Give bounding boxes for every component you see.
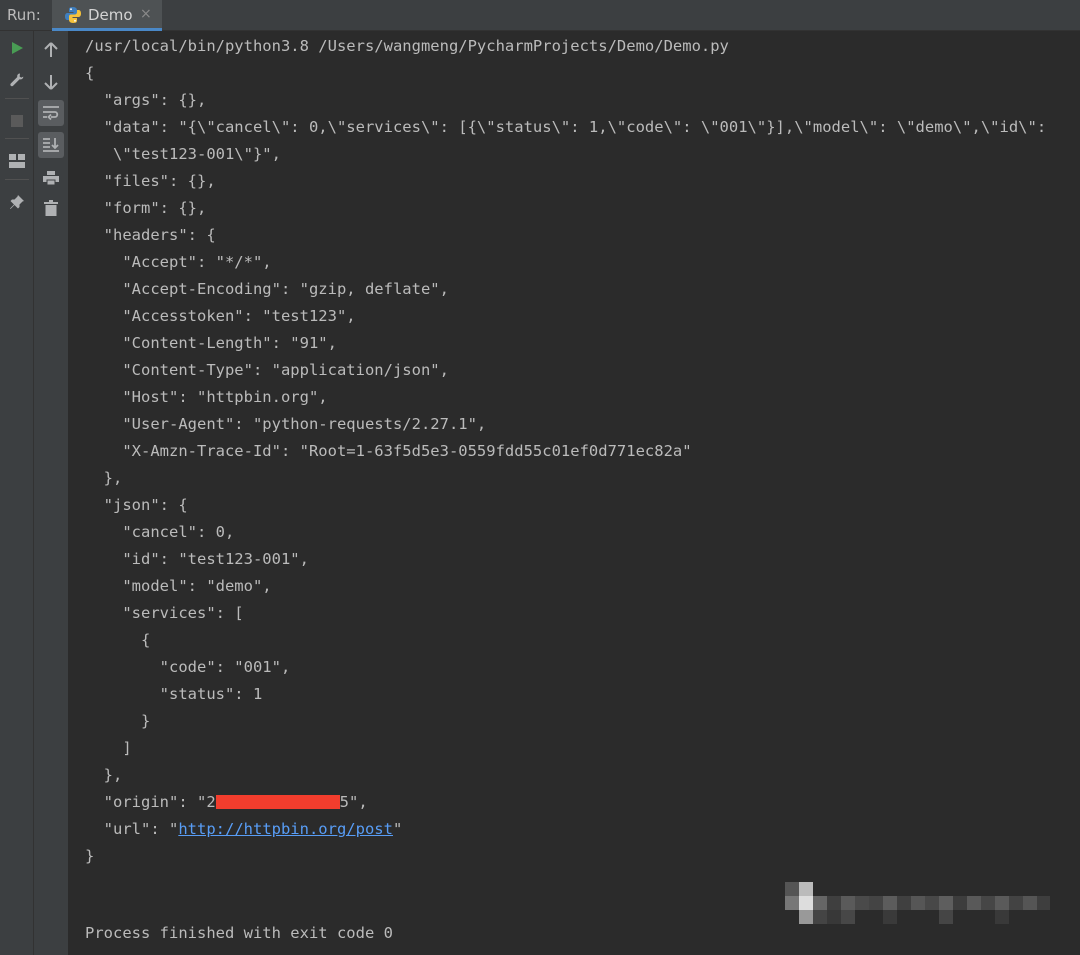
console-line: "code": "001",	[85, 658, 291, 676]
origin-line: "origin": "2 5",	[85, 789, 368, 816]
soft-wrap-icon[interactable]	[38, 100, 64, 126]
console-line: "headers": {	[85, 226, 216, 244]
console-line: }	[85, 712, 151, 730]
run-icon[interactable]	[4, 35, 30, 61]
console-line: },	[85, 766, 123, 784]
console-line: "status": 1	[85, 685, 263, 703]
console-line: "services": [	[85, 604, 244, 622]
console-line: "Content-Type": "application/json",	[85, 361, 449, 379]
console-line: {	[85, 64, 95, 82]
console-line: {	[85, 631, 151, 649]
origin-prefix: "origin": "2	[85, 793, 216, 811]
console-line: ]	[85, 739, 132, 757]
console-line: \"test123-001\"}",	[85, 145, 281, 163]
console-line: "Content-Length": "91",	[85, 334, 337, 352]
wrench-icon[interactable]	[4, 67, 30, 93]
console-line: "cancel": 0,	[85, 523, 235, 541]
run-panel-header: Run: Demo ×	[0, 0, 1080, 31]
run-label: Run:	[7, 6, 41, 24]
stop-icon[interactable]	[4, 108, 30, 134]
run-toolbar-right	[34, 31, 69, 955]
scroll-to-end-icon[interactable]	[38, 132, 64, 158]
console-line: "json": {	[85, 496, 188, 514]
origin-suffix: 5",	[339, 793, 368, 811]
console-output[interactable]: /usr/local/bin/python3.8 /Users/wangmeng…	[85, 35, 1075, 950]
url-line: "url": "http://httpbin.org/post"	[85, 816, 403, 843]
console-line: "Accept-Encoding": "gzip, deflate",	[85, 280, 449, 298]
redaction-bar	[215, 794, 340, 809]
process-finished-line: Process finished with exit code 0	[85, 924, 393, 942]
console-line: "X-Amzn-Trace-Id": "Root=1-63f5d5e3-0559…	[85, 442, 692, 460]
toolbar-separator	[5, 98, 29, 99]
console-line: "form": {},	[85, 199, 207, 217]
console-line: "args": {},	[85, 91, 207, 109]
console-line: "User-Agent": "python-requests/2.27.1",	[85, 415, 487, 433]
console-line: "Accept": "*/*",	[85, 253, 272, 271]
toolbar-separator	[5, 179, 29, 180]
arrow-up-icon[interactable]	[38, 37, 64, 63]
run-toolbar-left	[0, 31, 34, 955]
console-line: "model": "demo",	[85, 577, 272, 595]
console-line: "Host": "httpbin.org",	[85, 388, 328, 406]
console-line: "files": {},	[85, 172, 216, 190]
command-line: /usr/local/bin/python3.8 /Users/wangmeng…	[85, 37, 729, 55]
print-icon[interactable]	[38, 165, 64, 191]
url-prefix: "url": "	[85, 820, 179, 838]
url-link[interactable]: http://httpbin.org/post	[178, 820, 393, 838]
layout-icon[interactable]	[4, 148, 30, 174]
console-line: "Accesstoken": "test123",	[85, 307, 356, 325]
trash-icon[interactable]	[38, 195, 64, 221]
console-line: },	[85, 469, 123, 487]
pixelated-watermark	[785, 882, 1050, 924]
url-suffix: "	[392, 820, 403, 838]
toolbar-separator	[5, 138, 29, 139]
console-line: "id": "test123-001",	[85, 550, 309, 568]
tab-demo[interactable]: Demo ×	[52, 0, 162, 31]
pin-icon[interactable]	[4, 189, 30, 215]
tab-demo-label: Demo	[88, 6, 133, 24]
arrow-down-icon[interactable]	[38, 69, 64, 95]
console-line: }	[85, 847, 95, 865]
python-icon	[65, 7, 81, 23]
close-icon[interactable]: ×	[140, 6, 152, 22]
console-line: "data": "{\"cancel\": 0,\"services\": [{…	[85, 118, 1047, 136]
